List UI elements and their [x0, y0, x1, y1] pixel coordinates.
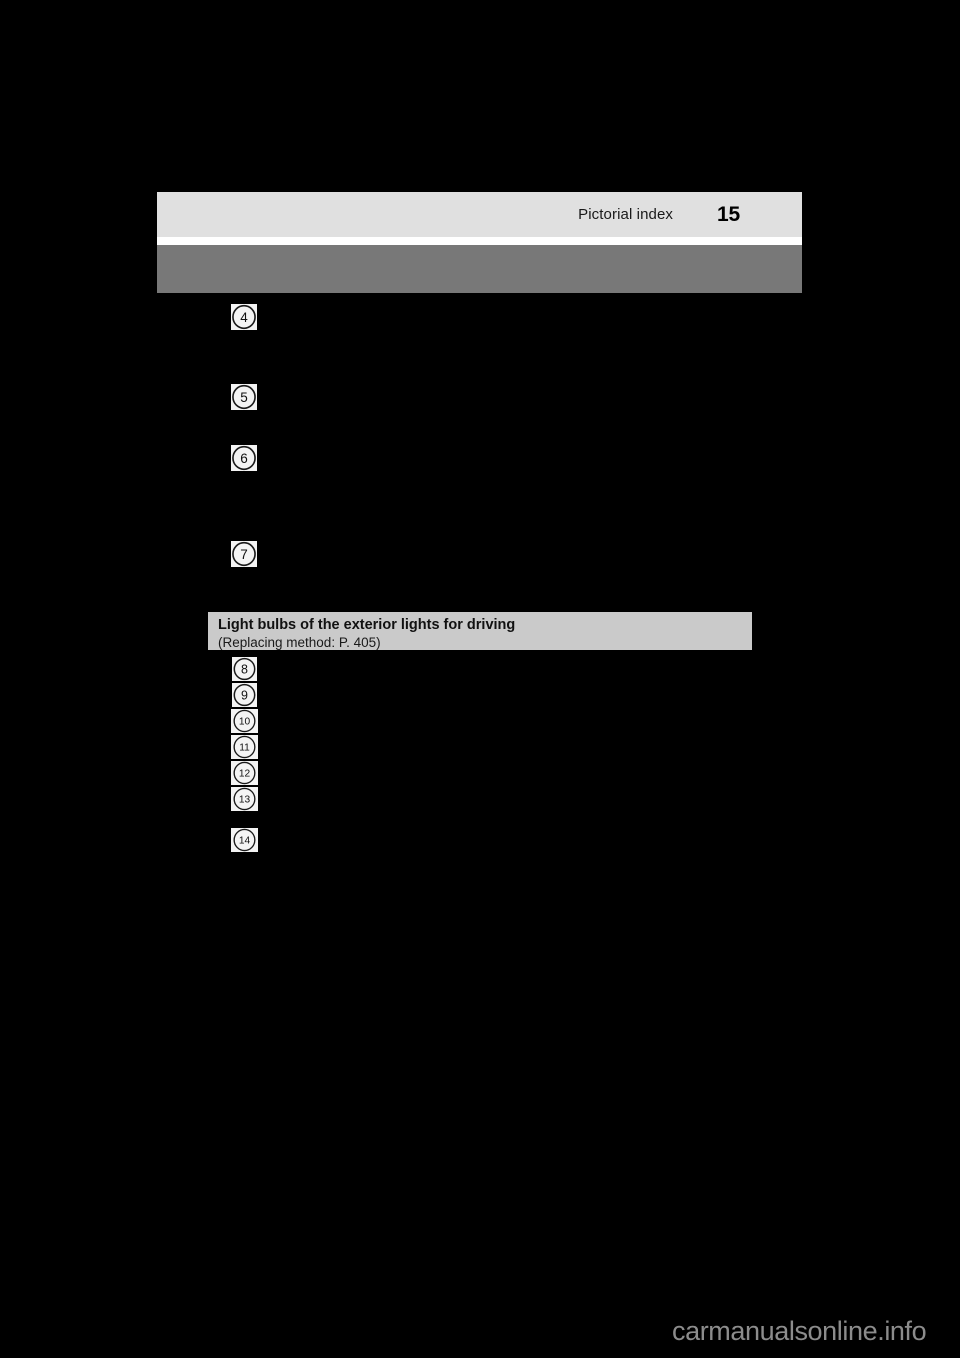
page-title: Pictorial index [578, 206, 674, 223]
circled-number-icon: 9 [233, 683, 256, 707]
header-gray-band [157, 245, 802, 293]
section-title-box: Light bulbs of the exterior lights for d… [208, 612, 752, 650]
section-subtitle-reference: (Replacing method: P. 405) [218, 635, 381, 650]
index-callout-7: 7 [231, 541, 257, 567]
index-callout-6: 6 [231, 445, 257, 471]
index-callout-8: 8 [232, 657, 257, 681]
circled-number-icon: 5 [232, 384, 256, 410]
section-title: Light bulbs of the exterior lights for d… [218, 617, 516, 633]
svg-text:14: 14 [239, 836, 251, 847]
svg-text:11: 11 [239, 743, 250, 754]
svg-text:4: 4 [240, 310, 248, 325]
page-number: 15 [717, 202, 740, 226]
circled-number-icon: 10 [233, 709, 256, 733]
circled-number-icon: 8 [233, 657, 256, 681]
index-callout-10: 10 [231, 709, 258, 733]
manual-page: Pictorial index 15 4 5 6 7 8 9 10 11 12 13 14 Ligh… [0, 0, 960, 1358]
svg-text:7: 7 [240, 547, 248, 562]
header-separator-rule [157, 237, 802, 245]
index-callout-5: 5 [231, 384, 257, 410]
svg-text:12: 12 [239, 769, 251, 780]
index-callout-13: 13 [231, 787, 258, 811]
svg-text:6: 6 [240, 451, 248, 466]
svg-text:10: 10 [239, 717, 251, 728]
svg-text:13: 13 [239, 795, 251, 806]
circled-number-icon: 7 [232, 541, 256, 567]
circled-number-icon: 4 [232, 304, 256, 330]
index-callout-11: 11 [231, 735, 258, 759]
circled-number-icon: 6 [232, 445, 256, 471]
circled-number-icon: 12 [233, 761, 256, 785]
circled-number-icon: 11 [233, 735, 256, 759]
circled-number-icon: 13 [233, 787, 256, 811]
index-callout-14: 14 [231, 828, 258, 852]
site-watermark: carmanualsonline.info [672, 1316, 927, 1346]
svg-text:5: 5 [240, 390, 248, 405]
running-header-bar: Pictorial index 15 [157, 192, 802, 237]
svg-text:9: 9 [241, 689, 248, 703]
svg-text:8: 8 [241, 663, 248, 677]
index-callout-12: 12 [231, 761, 258, 785]
circled-number-icon: 14 [233, 828, 256, 852]
index-callout-4: 4 [231, 304, 257, 330]
index-callout-9: 9 [232, 683, 257, 707]
